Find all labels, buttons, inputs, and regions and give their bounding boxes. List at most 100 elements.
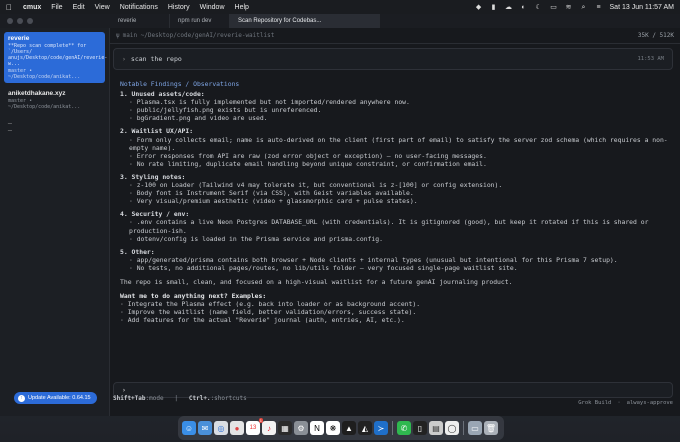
bullet: · Very visual/premium aesthetic (video +… xyxy=(129,197,418,206)
wifi-icon[interactable]: ≋ xyxy=(565,4,573,11)
cursor-app-icon[interactable]: ◭ xyxy=(358,421,372,435)
section-unused: 1. Unused assets/code: · Plasma.tsx is f… xyxy=(120,90,672,122)
next-option: · Add features for the actual "Reverie" … xyxy=(120,316,405,325)
prompt-time: 11:53 AM xyxy=(637,56,665,62)
apple-icon[interactable]:  xyxy=(6,3,15,12)
prompt-caret-icon: › xyxy=(122,55,126,63)
terminal-pane: ψ main ~/Desktop/code/genAI/reverie-wait… xyxy=(110,28,680,416)
update-icon: ↑ xyxy=(18,394,25,402)
menu-view[interactable]: View xyxy=(95,4,110,11)
tab-label: npm run dev xyxy=(178,18,212,24)
section-title: 4. Security / env: xyxy=(120,210,190,219)
settings-icon[interactable]: ⚙ xyxy=(294,421,308,435)
assistant-response: Notable Findings / Observations 1. Unuse… xyxy=(120,76,672,376)
status-icon[interactable]: ◆ xyxy=(475,4,483,11)
bullet: · Error responses from API are raw (zod … xyxy=(129,151,487,160)
menu-file[interactable]: File xyxy=(51,4,62,11)
section-title: 1. Unused assets/code: xyxy=(120,90,205,99)
bullet: · dotenv/config is loaded in the Prisma … xyxy=(129,234,383,243)
tab-bar: reverie npm run dev Scan Repository for … xyxy=(110,14,380,28)
workspace-aniketdhakane[interactable]: aniketdhakane.xyz master • ~/Desktop/cod… xyxy=(4,87,105,113)
update-available-button[interactable]: ↑ Update Available: 0.64.15 xyxy=(14,392,97,404)
terminal-icon[interactable]: ▮ xyxy=(490,4,498,11)
workspace-reverie[interactable]: reverie **Repo scan complete** for `/Use… xyxy=(4,32,108,83)
close-window-button[interactable] xyxy=(7,18,13,24)
search-icon[interactable]: ⌕ xyxy=(580,4,588,11)
menu-clock[interactable]: Sat 13 Jun 11:57 AM xyxy=(610,4,674,11)
title-bar: reverie npm run dev Scan Repository for … xyxy=(0,14,680,28)
menu-history[interactable]: History xyxy=(168,4,190,11)
control-center-icon[interactable]: ≡ xyxy=(595,4,603,11)
user-prompt-message: › scan the repo 11:53 AM xyxy=(113,48,673,70)
battery-icon[interactable]: ▭ xyxy=(550,4,558,11)
downloads-icon[interactable]: ▭ xyxy=(468,421,482,435)
moon-icon[interactable]: ☾ xyxy=(535,4,543,11)
input-caret: › xyxy=(122,386,126,394)
update-label: Update Available: 0.64.15 xyxy=(28,395,91,401)
findings-heading: Notable Findings / Observations xyxy=(120,80,240,88)
summary-text: The repo is small, clean, and focused on… xyxy=(120,277,513,286)
tab-npm-run-dev[interactable]: npm run dev xyxy=(170,14,230,28)
bullet: · .env contains a live Neon Postgres DAT… xyxy=(129,218,649,235)
vscode-icon[interactable]: ≻ xyxy=(374,421,388,435)
bullet: · No rate limiting, duplicate email hand… xyxy=(129,159,487,168)
bullet: · app/generated/prisma contains both bro… xyxy=(129,255,618,264)
editor-icon[interactable]: ▲ xyxy=(342,421,356,435)
workspace-notification: **Repo scan complete** for `/Users/ anuj… xyxy=(8,43,108,67)
tab-reverie[interactable]: reverie xyxy=(110,14,170,28)
shortcuts-key: Ctrl+. xyxy=(188,395,211,402)
tab-scan-repository[interactable]: Scan Repository for Codebas... xyxy=(230,14,380,28)
section-other: 5. Other: · app/generated/prisma contain… xyxy=(120,248,672,272)
section-title: 5. Other: xyxy=(120,247,155,256)
finder-icon[interactable]: ☺ xyxy=(182,421,196,435)
section-security: 4. Security / env: · .env contains a liv… xyxy=(120,210,672,242)
token-count: 35K / 512K xyxy=(637,32,674,39)
tab-label: Scan Repository for Codebas... xyxy=(238,18,322,24)
separator: · xyxy=(617,400,621,406)
minimize-window-button[interactable] xyxy=(17,18,23,24)
menu-window[interactable]: Window xyxy=(200,4,225,11)
dock: ☺ ✉ ◎ ● 13 1 ♪ ▦ ⚙ N ❋ ▲ ◭ ≻ ✆ ▯ ▤ ◯ ▭ 🗑 xyxy=(178,416,504,440)
section-waitlist: 2. Waitlist UX/API: · Form only collects… xyxy=(120,127,672,167)
whatsapp-icon[interactable]: ✆ xyxy=(397,421,411,435)
menu-cmux[interactable]: cmux xyxy=(23,4,41,11)
bullet: · z-100 on Loader (Tailwind v4 may toler… xyxy=(129,181,503,190)
calendar-icon[interactable]: 13 1 xyxy=(246,418,263,435)
bullet: · Body font is Instrument Serif (via CSS… xyxy=(129,189,414,198)
zoom-window-button[interactable] xyxy=(27,18,33,24)
approve-mode[interactable]: always-approve xyxy=(627,400,673,410)
terminal-icon[interactable]: ▯ xyxy=(413,421,427,435)
cloud-icon[interactable]: ☁ xyxy=(505,4,513,11)
repo-path: main ~/Desktop/code/genAI/reverie-waitli… xyxy=(122,32,275,39)
menu-bar:  cmux File Edit View Notifications Hist… xyxy=(0,0,680,14)
menu-edit[interactable]: Edit xyxy=(73,4,85,11)
section-title: 3. Styling notes: xyxy=(120,172,186,181)
dock-divider xyxy=(463,421,464,435)
tab-label: reverie xyxy=(118,18,137,24)
menu-help[interactable]: Help xyxy=(235,4,249,11)
cmux-icon[interactable]: ◯ xyxy=(445,421,459,435)
preview-icon[interactable]: ▤ xyxy=(429,421,443,435)
chatgpt-icon[interactable]: ❋ xyxy=(326,421,340,435)
workspace-title: reverie xyxy=(8,35,30,42)
mode-shortcut-key: Shift+Tab xyxy=(113,395,146,402)
mail-icon[interactable]: ✉ xyxy=(198,421,212,435)
bullet: · bgGradient.png and video are used. xyxy=(129,114,268,123)
shortcuts-label: :shortcuts xyxy=(210,395,247,402)
safari-icon[interactable]: ◎ xyxy=(214,421,228,435)
app-icon[interactable]: ▦ xyxy=(278,421,292,435)
next-option: · Integrate the Plasma effect (e.g. back… xyxy=(120,300,421,309)
next-option: · Improve the waitlist (name field, bett… xyxy=(120,308,417,317)
workspace-title: aniketdhakane.xyz xyxy=(8,90,66,97)
trash-icon[interactable]: 🗑 xyxy=(484,421,498,435)
section-title: 2. Waitlist UX/API: xyxy=(120,127,194,136)
music-icon[interactable]: ♪ xyxy=(262,421,276,435)
menu-notifications[interactable]: Notifications xyxy=(120,4,158,11)
chrome-icon[interactable]: ● xyxy=(230,421,244,435)
shortcut-hints: Shift+Tab:mode | Ctrl+.:shortcuts xyxy=(113,395,247,402)
workspace-path: master • ~/Desktop/code/anikat... xyxy=(8,98,81,110)
gauge-icon[interactable]: ◐ xyxy=(520,4,528,11)
notion-icon[interactable]: N xyxy=(310,421,324,435)
window-controls xyxy=(0,18,110,24)
model-name[interactable]: Grok Build xyxy=(578,400,611,410)
